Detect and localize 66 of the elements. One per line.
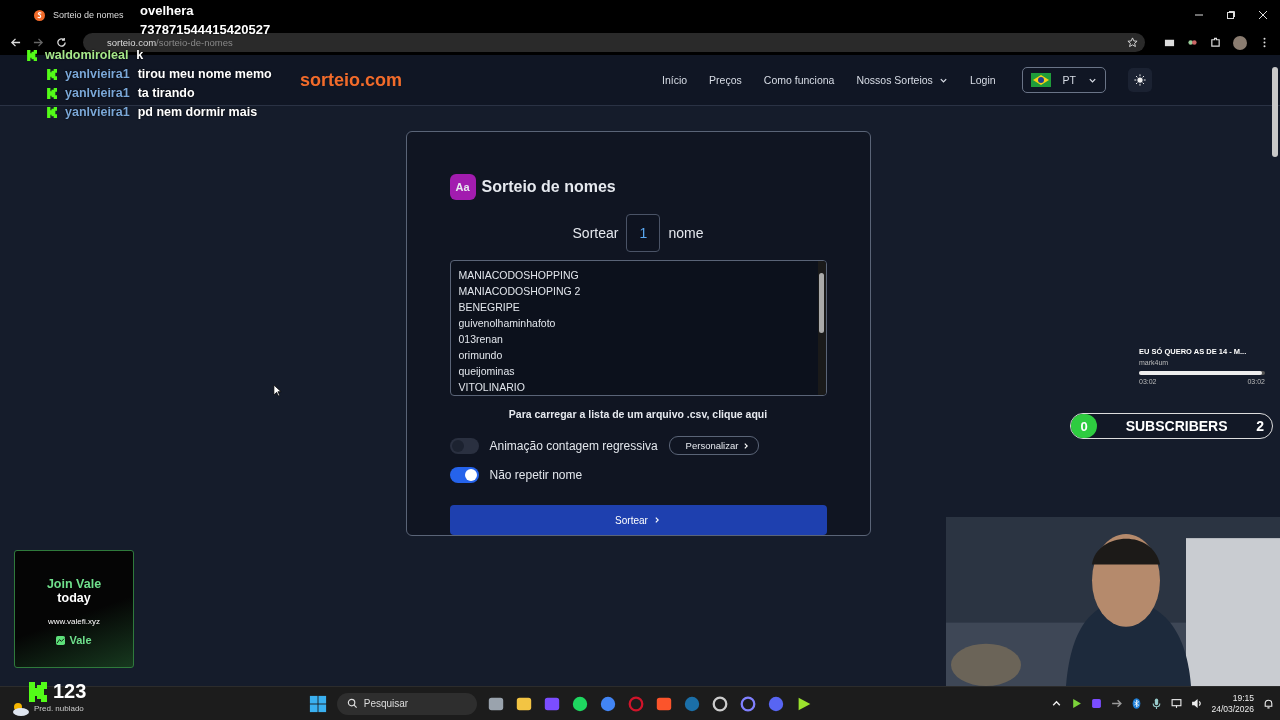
chat-username: yanlvieira1 xyxy=(65,67,130,81)
chat-username: yanlvieira1 xyxy=(65,86,130,100)
play-icon[interactable] xyxy=(1071,698,1083,709)
k-logo-icon xyxy=(27,681,47,702)
restore-icon[interactable] xyxy=(1226,10,1236,20)
site-logo-icon xyxy=(34,9,45,21)
scrollbar-thumb[interactable] xyxy=(1272,67,1278,157)
ad-headline: today xyxy=(57,591,91,605)
cloud-sun-icon xyxy=(10,700,30,717)
option-label: Não repetir nome xyxy=(489,467,583,482)
viewer-name: ovelhera xyxy=(140,3,195,18)
k-badge-icon xyxy=(26,49,37,61)
flag-icon xyxy=(1030,73,1051,87)
card-title: Sorteio de nomes xyxy=(481,178,616,196)
language-select[interactable]: PT xyxy=(1021,67,1106,93)
browser-tab[interactable]: Sorteio de nomes xyxy=(28,5,130,25)
close-icon[interactable] xyxy=(1258,10,1268,20)
subscriber-goal: 2 xyxy=(1256,418,1264,434)
nav-link[interactable]: Como funciona xyxy=(753,68,845,92)
mouse-cursor-icon xyxy=(273,384,282,397)
subscriber-count: 0 xyxy=(1071,414,1097,438)
profile-avatar[interactable] xyxy=(1233,35,1247,50)
subscriber-label: SUBSCRIBERS xyxy=(1125,418,1228,434)
chat-username: yanlvieira1 xyxy=(65,105,130,119)
k-badge-icon xyxy=(46,68,57,80)
ad-brand: Vale xyxy=(69,634,92,646)
microphone-icon[interactable] xyxy=(1151,698,1163,709)
forward-icon[interactable] xyxy=(33,37,44,48)
theme-toggle-button[interactable] xyxy=(1128,68,1152,92)
nav-link[interactable]: Preços xyxy=(699,68,752,92)
nav-link[interactable]: Login xyxy=(959,68,1006,92)
back-icon[interactable] xyxy=(10,37,21,48)
names-field[interactable]: MANIACODOSHOPPING MANIACODOSHOPING 2 BENEGRIPE guivenolhaminhafoto 013renan orimundo queijominas VITOLINARIO xyxy=(449,260,827,397)
nav-link[interactable]: Nossos Sorteios xyxy=(846,68,958,92)
follower-count: 123 xyxy=(53,680,87,703)
chat-message: pd nem dormir mais xyxy=(137,105,258,119)
toggle-switch[interactable] xyxy=(449,437,479,454)
ad-headline: Join Vale xyxy=(46,577,102,591)
weather-label: Pred. nublado xyxy=(34,704,84,713)
chevron-right-icon xyxy=(742,441,751,450)
site-logo[interactable]: sorteio.com xyxy=(300,69,403,91)
names-badge-icon: Aa xyxy=(449,174,476,200)
clock-date[interactable]: 24/03/2026 xyxy=(1211,704,1254,714)
count-label: Sortear xyxy=(572,225,619,241)
toggle-switch[interactable] xyxy=(449,466,479,483)
brand-logo-icon xyxy=(56,635,66,645)
nav-link[interactable]: Início xyxy=(652,68,698,92)
clock-time[interactable]: 19:15 xyxy=(1232,693,1254,703)
k-badge-icon xyxy=(46,106,57,118)
count-input[interactable]: 1 xyxy=(626,214,661,252)
chat-message: tirou meu nome memo xyxy=(137,67,272,81)
start-icon[interactable] xyxy=(308,694,327,713)
k-badge-icon xyxy=(46,87,57,99)
reload-icon[interactable] xyxy=(56,37,67,48)
chat-message: ta tirando xyxy=(137,86,195,100)
volume-icon[interactable] xyxy=(1191,698,1203,709)
draw-button[interactable]: Sortear xyxy=(449,505,827,535)
bookmark-star-icon[interactable] xyxy=(1127,37,1138,48)
csv-upload-link[interactable]: Para carregar a lista de um arquivo .csv, clique aqui xyxy=(508,408,768,421)
count-unit: nome xyxy=(668,225,704,241)
ad-url: www.valefi.xyz xyxy=(48,617,100,626)
bluetooth-icon[interactable] xyxy=(1131,698,1143,709)
taskbar-search-field[interactable]: Pesquisar xyxy=(336,692,477,715)
customize-button[interactable]: Personalizar xyxy=(668,436,760,456)
sun-icon xyxy=(1134,73,1146,87)
option-label: Animação contagem regressiva xyxy=(489,438,658,453)
